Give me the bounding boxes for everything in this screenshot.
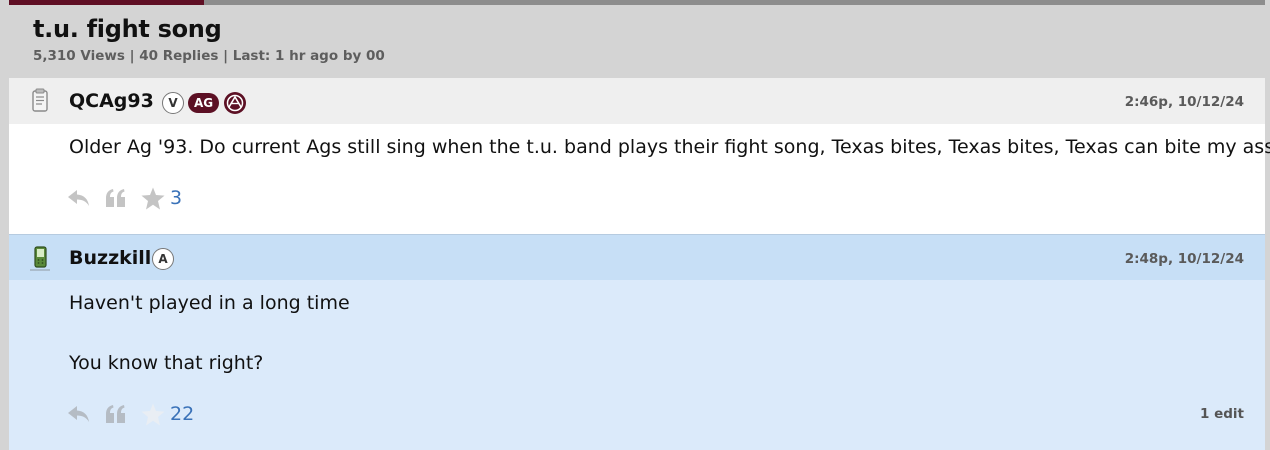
user-badges: V AG [162, 91, 247, 115]
aggie-ring-logo-icon [223, 91, 247, 115]
post: Buzzkill A 2:48p, 10/12/24 Haven't playe… [9, 234, 1265, 450]
post-author-link[interactable]: Buzzkill [69, 247, 151, 269]
post-body: Haven't played in a long time You know t… [69, 288, 350, 378]
star-count[interactable]: 3 [170, 187, 182, 209]
post-body-line: You know that right? [69, 352, 264, 374]
star-icon[interactable] [141, 186, 165, 210]
quote-icon[interactable] [104, 402, 128, 426]
edit-count[interactable]: 1 edit [1200, 406, 1244, 422]
thread-stats: 5,310 Views | 40 Replies | Last: 1 hr ag… [33, 48, 385, 64]
badge-ag: AG [188, 93, 220, 113]
badge-v: V [162, 92, 184, 114]
post-body: Older Ag '93. Do current Ags still sing … [69, 123, 1270, 171]
post-header: Buzzkill A 2:48p, 10/12/24 [9, 234, 1265, 280]
reply-icon[interactable] [67, 402, 91, 426]
post: QCAg93 V AG 2:46p, 10/12/24 Older Ag '93… [9, 78, 1270, 234]
post-actions: 22 [67, 402, 194, 426]
post-timestamp: 2:48p, 10/12/24 [1124, 251, 1244, 267]
post-body-line: Haven't played in a long time [69, 292, 350, 314]
quote-icon[interactable] [104, 186, 128, 210]
thread-title: t.u. fight song [33, 15, 222, 43]
post-header: QCAg93 V AG 2:46p, 10/12/24 [9, 78, 1265, 124]
post-actions: 3 [67, 186, 182, 210]
user-badges: A [152, 248, 174, 270]
badge-a: A [152, 248, 174, 270]
post-timestamp: 2:46p, 10/12/24 [1124, 94, 1244, 110]
post-body-text: Older Ag '93. Do current Ags still sing … [69, 136, 1270, 158]
star-count[interactable]: 22 [170, 403, 194, 425]
mobile-phone-icon [29, 245, 51, 271]
reply-icon[interactable] [67, 186, 91, 210]
desktop-icon [29, 88, 51, 114]
star-icon[interactable] [141, 402, 165, 426]
post-author-link[interactable]: QCAg93 [69, 90, 154, 112]
thread-header: t.u. fight song 5,310 Views | 40 Replies… [9, 5, 1265, 78]
